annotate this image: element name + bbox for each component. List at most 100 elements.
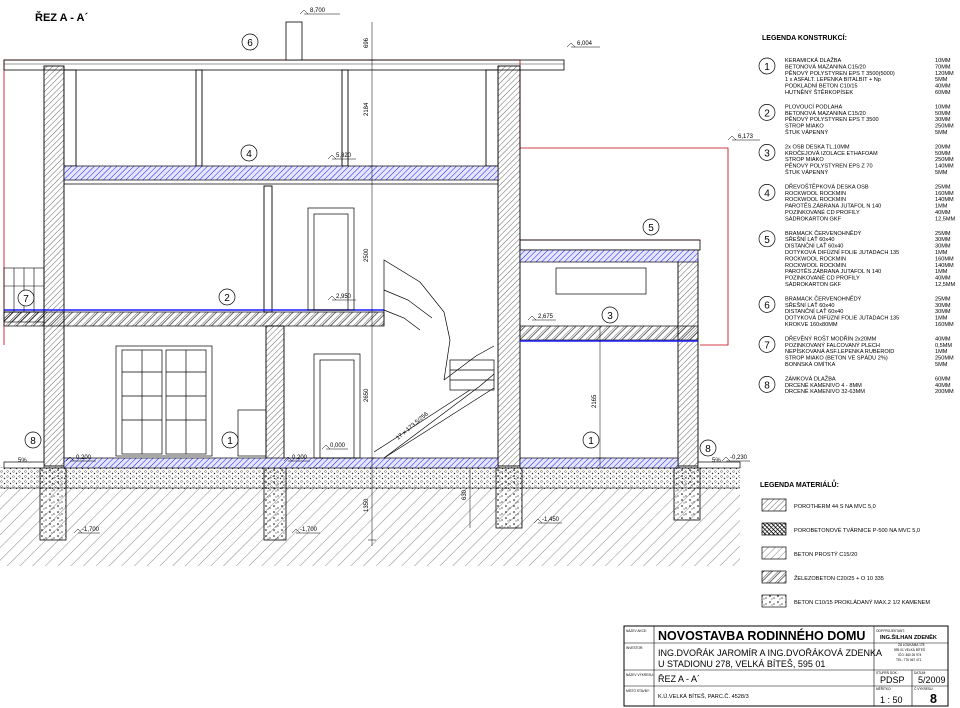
legend-item-number: 3 [764, 148, 770, 159]
level-foot-right: -1,450 [542, 517, 560, 523]
legend-layer-name: STROP MIAKO (BETON VE SPÁDU 2%) [785, 355, 888, 362]
legend-layer-thickness: 30MM [935, 309, 951, 315]
legend-item-number: 1 [764, 62, 770, 73]
legend-layer-name: POZINKOVANÉ CD PROFILY [785, 209, 860, 216]
legend-layer-thickness: 60MM [935, 90, 951, 96]
marker-5: 5 [642, 218, 660, 236]
slope-left: 5% [18, 458, 27, 464]
legend-layer-thickness: 10MM [935, 104, 951, 110]
legend-layer-thickness: 1MM [935, 349, 948, 355]
svg-text:1: 1 [227, 436, 233, 447]
dim-2500: 2500 [364, 248, 370, 262]
legend-item-7: 7 DŘEVĚNÝ ROŠT MODŘÍN 2x20MM 40MM POZINKOVA… [758, 334, 954, 368]
legend-layer-thickness: 140MM [935, 164, 954, 170]
section-drawing-sheet: ŘEZ A - A´ 696 2184 2500 2650 2165 630 1… [0, 8, 956, 707]
tb-designer: ING.ŠILHAN ZDENĚK [880, 633, 937, 641]
tb-investor-1: ING.DVOŘÁK JAROMÍR A ING.DVOŘÁKOVÁ ZDENK… [658, 648, 882, 658]
legend-layer-thickness: 1MM [935, 269, 948, 275]
legend-layer-thickness: 250MM [935, 124, 954, 130]
legend-layer-name: POZINKOVANÝ FALCOVANÝ PLECH [785, 342, 880, 349]
svg-text:4: 4 [246, 149, 252, 160]
level-ground-left: 0,200 [76, 455, 92, 461]
material-label: POROTHERM 44 S NA MVC 5,0 [794, 504, 876, 510]
legend-item-8: 8 ZÁMKOVÁ DLAŽBA 60MM DRCENÉ KAMENIVO 4 - 8… [758, 374, 954, 395]
legend-layer-name: ŠTUK VÁPENNÝ [785, 129, 828, 136]
legend-layer-thickness: 200MM [935, 389, 954, 395]
tb-date: 5/2009 [918, 675, 946, 685]
legend-layer-name: SÁDROKARTON GKF [785, 215, 842, 222]
svg-text:3: 3 [607, 311, 613, 322]
legend-layer-name: BETONOVÁ MAZANINA C15/20 [785, 110, 866, 117]
legend-layer-thickness: 1MM [935, 250, 948, 256]
legend-layer-thickness: 1MM [935, 204, 948, 210]
level-eave: 6,004 [577, 41, 593, 47]
legend-construction-list: 1 KERAMICKÁ DLAŽBA 10MM BETONOVÁ MAZANINA C… [758, 56, 956, 395]
marker-4: 4 [240, 144, 258, 162]
legend-layer-name: ŠTUK VÁPENNÝ [785, 169, 828, 176]
legend-layer-name: DRCENÉ KAMENIVO 4 - 8MM [785, 382, 862, 389]
level-marks [65, 9, 760, 534]
material-label: BETON C10/15 PROKLÁDANÝ MAX.2 1/2 KAMENE… [794, 599, 930, 606]
dim-2165: 2165 [592, 394, 598, 408]
legend-layer-name: PĚNOVÝ POLYSTYREN EPS T 3500(5000) [785, 69, 895, 77]
legend-layer-thickness: 25MM [935, 184, 951, 190]
tb-designer-ico: IČO: 460 26 974 [898, 652, 922, 657]
staircase [373, 259, 495, 459]
legend-item-number: 8 [764, 380, 770, 391]
legend-layer-thickness: 250MM [935, 356, 954, 362]
level-side-roof: 6,173 [738, 134, 754, 140]
legend-layer-name: SŘEŠNÍ LAŤ 60x40 [785, 235, 834, 243]
material-label: ŽELEZOBETON C20/25 + O 10 335 [794, 574, 884, 582]
legend-layer-name: ZÁMKOVÁ DLAŽBA [785, 374, 836, 382]
slope-right: 5% [712, 458, 721, 464]
legend-layer-name: PLOVOUCÍ PODLAHA [785, 103, 842, 110]
marker-8a: 8 [24, 431, 42, 449]
dim-630: 630 [462, 489, 468, 500]
legend-layer-name: POZINKOVANÉ CD PROFILY [785, 275, 860, 282]
materials-legend-list: POROTHERM 44 S NA MVC 5,0 POROBETONOVÉ TV… [761, 498, 930, 608]
marker-1a: 1 [221, 431, 239, 449]
legend-layer-thickness: 140MM [935, 197, 954, 203]
legend-layer-thickness: 70MM [935, 64, 951, 70]
legend-item-number: 7 [764, 340, 770, 351]
tb-label-place: MÍSTO STAVBY: [626, 689, 650, 693]
material-swatch [761, 522, 787, 536]
legend-layer-name: DOTYKOVÁ DIFÚZNÍ FOLIE JUTADACH 135 [785, 315, 899, 322]
legend-layer-name: BETONOVÁ MAZANINA C15/20 [785, 63, 866, 70]
legend-layer-thickness: 5MM [935, 362, 948, 368]
level-terrain-right: -0,230 [730, 455, 748, 461]
tb-label-sheet: Č.VÝKRESU: [914, 686, 933, 691]
legend-layer-thickness: 25MM [935, 296, 951, 302]
legend-layer-thickness: 40MM [935, 210, 951, 216]
level-ridge: 8,700 [310, 8, 326, 14]
tb-project: NOVOSTAVBA RODINNÉHO DOMU [658, 628, 865, 643]
legend-layer-name: SÁDROKARTON GKF [785, 281, 842, 288]
material-porotherm: POROTHERM 44 S NA MVC 5,0 [761, 498, 876, 512]
legend-layer-thickness: 40MM [935, 383, 951, 389]
legend-item-4: 4 DŘEVOŠTĚPKOVÁ DESKA OSB 25MM ROCKWOOL ROC… [758, 182, 956, 222]
legend-layer-name: PAROTĚS.ZÁBRANA JUTAFOL N 140 [785, 202, 881, 210]
tb-sheet: 8 [930, 692, 937, 706]
tb-stage: PDSP [880, 675, 905, 685]
legend-layer-name: DRCENÉ KAMENIVO 32-63MM [785, 388, 865, 395]
level-ground: 0,000 [330, 443, 346, 449]
material-label: BETON PROSTÝ C15/20 [794, 551, 857, 558]
svg-text:5: 5 [648, 223, 654, 234]
legend-layer-thickness: 50MM [935, 151, 951, 157]
marker-1b: 1 [582, 431, 600, 449]
legend-layer-thickness: 5MM [935, 130, 948, 136]
legend-layer-name: PAROTĚS.ZÁBRANA JUTAFOL N 140 [785, 267, 881, 275]
material-kamen: BETON C10/15 PROKLÁDANÝ MAX.2 1/2 KAMENE… [761, 594, 930, 608]
legend-layer-name: BRAMACK ČERVENOHNĚDÝ [785, 294, 862, 302]
legend-layer-thickness: 160MM [935, 256, 954, 262]
material-swatch [761, 570, 787, 584]
legend-layer-name: STROP MIAKO [785, 124, 824, 130]
section-title: ŘEZ A - A´ [35, 11, 88, 24]
legend-layer-name: 1 x ASFALT. LEPENKA BITALBIT + Np [785, 77, 881, 83]
legend-layer-thickness: 40MM [935, 336, 951, 342]
material-beton: BETON PROSTÝ C15/20 [761, 546, 857, 560]
legend-layer-thickness: 160MM [935, 322, 954, 328]
legend-item-number: 4 [764, 188, 770, 199]
legend-layer-thickness: 25MM [935, 231, 951, 237]
legend-item-6: 6 BRAMACK ČERVENOHNĚDÝ 25MM SŘEŠNÍ LAŤ 60x4… [758, 294, 954, 328]
